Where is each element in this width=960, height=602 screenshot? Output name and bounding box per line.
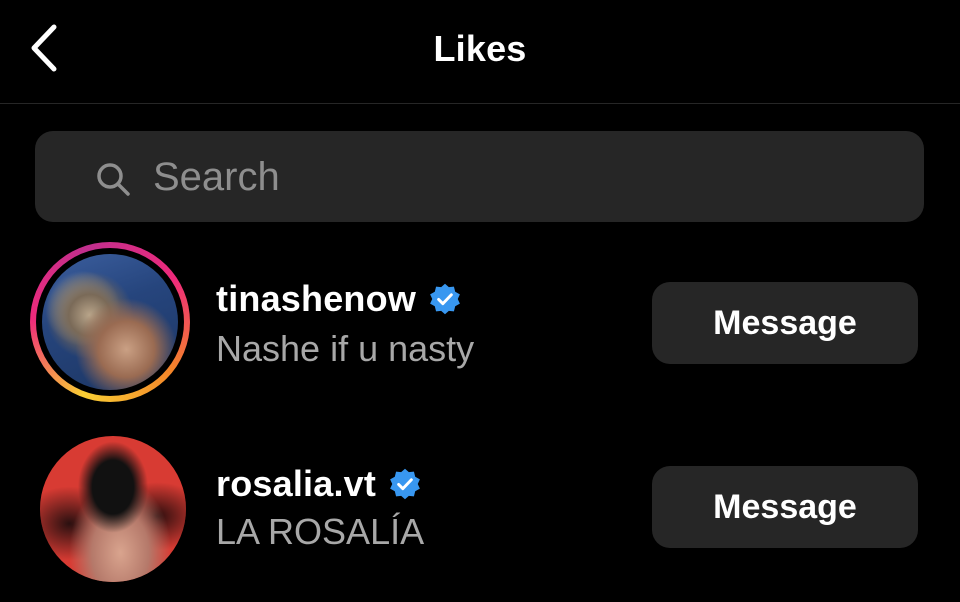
username-line: tinashenow [216,278,462,320]
page-title: Likes [433,28,527,69]
username[interactable]: rosalia.vt [216,463,376,505]
verified-badge-icon [390,468,420,500]
search-bar[interactable] [35,131,924,222]
story-ring[interactable] [30,242,190,402]
header: Likes [0,0,960,104]
avatar[interactable] [42,254,178,390]
username-line: rosalia.vt [216,463,422,505]
username[interactable]: tinashenow [216,278,416,320]
likes-screen: Likes tinashenow Nashe if u nasty Messag… [0,0,960,602]
message-button[interactable]: Message [652,466,918,548]
search-icon [97,163,130,196]
user-subtitle: LA ROSALÍA [216,511,425,552]
list-item[interactable]: tinashenow Nashe if u nasty Message [0,242,960,402]
search-input[interactable] [153,149,893,205]
message-button[interactable]: Message [652,282,918,364]
user-subtitle: Nashe if u nasty [216,328,475,369]
verified-badge-icon [430,283,460,315]
list-item[interactable]: rosalia.vt LA ROSALÍA Message [0,433,960,593]
